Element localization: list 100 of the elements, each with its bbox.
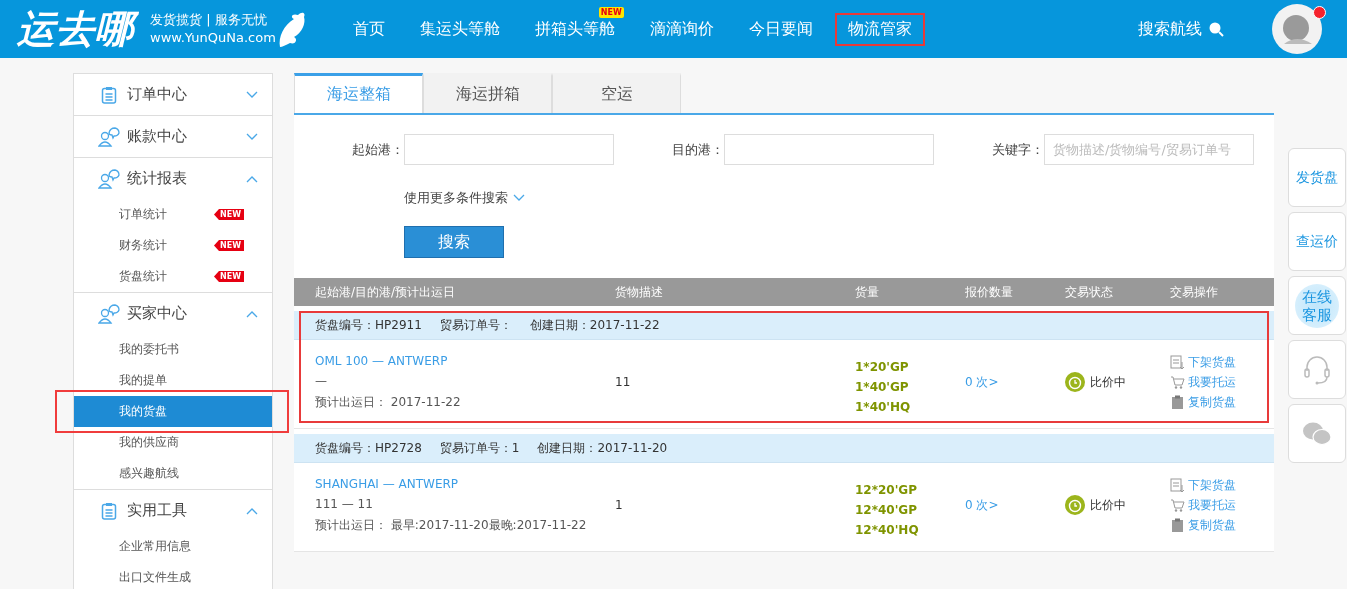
chevron-up-icon (246, 174, 258, 183)
created-date: 创建日期：2017-11-22 (529, 316, 660, 334)
chevron-down-icon (246, 132, 258, 141)
action-link[interactable]: 我要托运 (1188, 496, 1236, 514)
cargo-description: 1 (615, 498, 624, 512)
route-link[interactable]: OML 100 — ANTWERP (315, 353, 615, 368)
created-date: 创建日期：2017-11-20 (537, 439, 668, 457)
trade-status: 比价中 (1090, 373, 1126, 391)
clipboard-icon (101, 85, 117, 104)
chevron-up-icon (246, 506, 258, 515)
new-badge: NEW (598, 6, 624, 18)
user-chat-icon (98, 126, 120, 147)
avatar-icon[interactable] (1272, 4, 1322, 54)
cart-icon (1170, 497, 1185, 513)
menu-item[interactable]: 我的货盘 (74, 396, 272, 427)
menu-group-header[interactable]: 订单中心 (74, 74, 272, 115)
chevron-up-icon (246, 309, 258, 318)
user-chat-icon (98, 303, 120, 324)
field-label: 起始港： (351, 140, 404, 159)
action-link[interactable]: 下架货盘 (1188, 353, 1236, 371)
list-down-icon (1170, 354, 1185, 370)
service-glow: 在线客服 (1295, 283, 1339, 328)
online-service-button[interactable]: 在线客服 (1288, 276, 1346, 335)
column-header: 交易操作 (1170, 283, 1219, 301)
menu-group-header[interactable]: 买家中心 (74, 293, 272, 334)
quote-count-link[interactable]: 0 次> (965, 373, 1065, 391)
input-field[interactable] (404, 134, 614, 165)
tab[interactable]: 海运整箱 (294, 73, 423, 113)
quote-count-link[interactable]: 0 次> (965, 496, 1065, 514)
clipboard-icon (1170, 517, 1185, 533)
cargo-description: 11 (615, 375, 632, 389)
menu-group-header[interactable]: 账款中心 (74, 116, 272, 157)
clock-icon (1065, 495, 1085, 515)
menu-group-header[interactable]: 统计报表 (74, 158, 272, 199)
departure-date: 预计出运日： 最早:2017-11-20最晚:2017-11-22 (315, 516, 588, 534)
departure-date: 预计出运日： 2017-11-22 (315, 393, 462, 411)
menu-item[interactable]: 企业常用信息 (74, 531, 272, 562)
clipboard-icon (101, 501, 117, 520)
trade-order-number: 贸易订单号：1 (439, 439, 520, 457)
new-badge: NEW (214, 271, 244, 282)
site-url: www.YunQuNa.com (150, 29, 276, 47)
tab[interactable]: 空运 (552, 73, 681, 113)
new-badge: NEW (214, 209, 244, 220)
menu-item[interactable]: 我的提单 (74, 365, 272, 396)
menu-item[interactable]: 货盘统计 NEW (74, 261, 272, 292)
route-link[interactable]: SHANGHAI — ANTWERP (315, 476, 615, 491)
chat-bubbles-icon[interactable] (1302, 420, 1332, 447)
nav-link[interactable]: 滴滴询价 (638, 14, 725, 44)
cart-icon (1170, 374, 1185, 390)
input-field[interactable] (724, 134, 934, 165)
search-button[interactable]: 搜索 (404, 226, 504, 258)
nav-link[interactable]: 首页 (341, 14, 396, 44)
action-link[interactable]: 复制货盘 (1188, 393, 1236, 411)
cargo-number: 货盘编号：HP2728 (315, 439, 422, 457)
menu-item[interactable]: 订单统计 NEW (74, 199, 272, 230)
new-badge: NEW (214, 240, 244, 251)
container-quantity: 1*20'GP (855, 360, 910, 374)
clock-icon (1065, 372, 1085, 392)
search-route-link[interactable]: 搜索航线 (1138, 18, 1202, 40)
container-quantity: 12*20'GP (855, 483, 918, 497)
container-quantity: 12*40'GP (855, 503, 918, 517)
route-detail: 111 — 11 (315, 496, 374, 511)
route-detail: — (315, 373, 328, 388)
menu-item[interactable]: 我的供应商 (74, 427, 272, 458)
menu-item[interactable]: 感兴趣航线 (74, 458, 272, 489)
nav-link[interactable]: 物流管家 (836, 14, 923, 44)
site-logo[interactable]: 运去哪 (15, 5, 142, 53)
list-down-icon (1170, 477, 1185, 493)
container-quantity: 1*40'GP (855, 380, 910, 394)
column-header: 交易状态 (1065, 283, 1114, 301)
trade-status: 比价中 (1090, 496, 1126, 514)
chevron-down-icon (246, 90, 258, 99)
action-link[interactable]: 复制货盘 (1188, 516, 1236, 534)
clipboard-icon (1170, 394, 1185, 410)
sidebar-shortcut-button[interactable]: 发货盘 (1288, 148, 1346, 207)
search-icon[interactable] (1208, 21, 1224, 37)
menu-group-header[interactable]: 实用工具 (74, 490, 272, 531)
nav-link[interactable]: 今日要闻 (737, 14, 824, 44)
field-label: 关键字： (991, 140, 1044, 159)
container-quantity: 1*40'HQ (855, 400, 912, 414)
more-filters-link[interactable]: 使用更多条件搜索 (404, 189, 508, 207)
slogan: 发货揽货 | 服务无忧 (150, 11, 268, 29)
action-link[interactable]: 我要托运 (1188, 373, 1236, 391)
user-chat-icon (98, 168, 120, 189)
container-quantity: 12*40'HQ (855, 523, 920, 537)
column-header: 报价数量 (965, 283, 1014, 301)
menu-item[interactable]: 出口文件生成 (74, 562, 272, 589)
sidebar-shortcut-button[interactable]: 查运价 (1288, 212, 1346, 271)
trade-order-number: 贸易订单号： (439, 316, 512, 334)
menu-item[interactable]: 我的委托书 (74, 334, 272, 365)
headset-icon[interactable] (1304, 354, 1330, 385)
column-header: 货量 (855, 283, 880, 301)
field-label: 目的港： (671, 140, 724, 159)
action-link[interactable]: 下架货盘 (1188, 476, 1236, 494)
tab[interactable]: 海运拼箱 (423, 73, 552, 113)
input-field[interactable]: 货物描述/货物编号/贸易订单号 (1044, 134, 1254, 165)
menu-item[interactable]: 财务统计 NEW (74, 230, 272, 261)
column-header: 起始港/目的港/预计出运日 (314, 283, 457, 301)
nav-link[interactable]: 集运头等舱 (408, 14, 511, 44)
cargo-number: 货盘编号：HP2911 (315, 316, 422, 334)
